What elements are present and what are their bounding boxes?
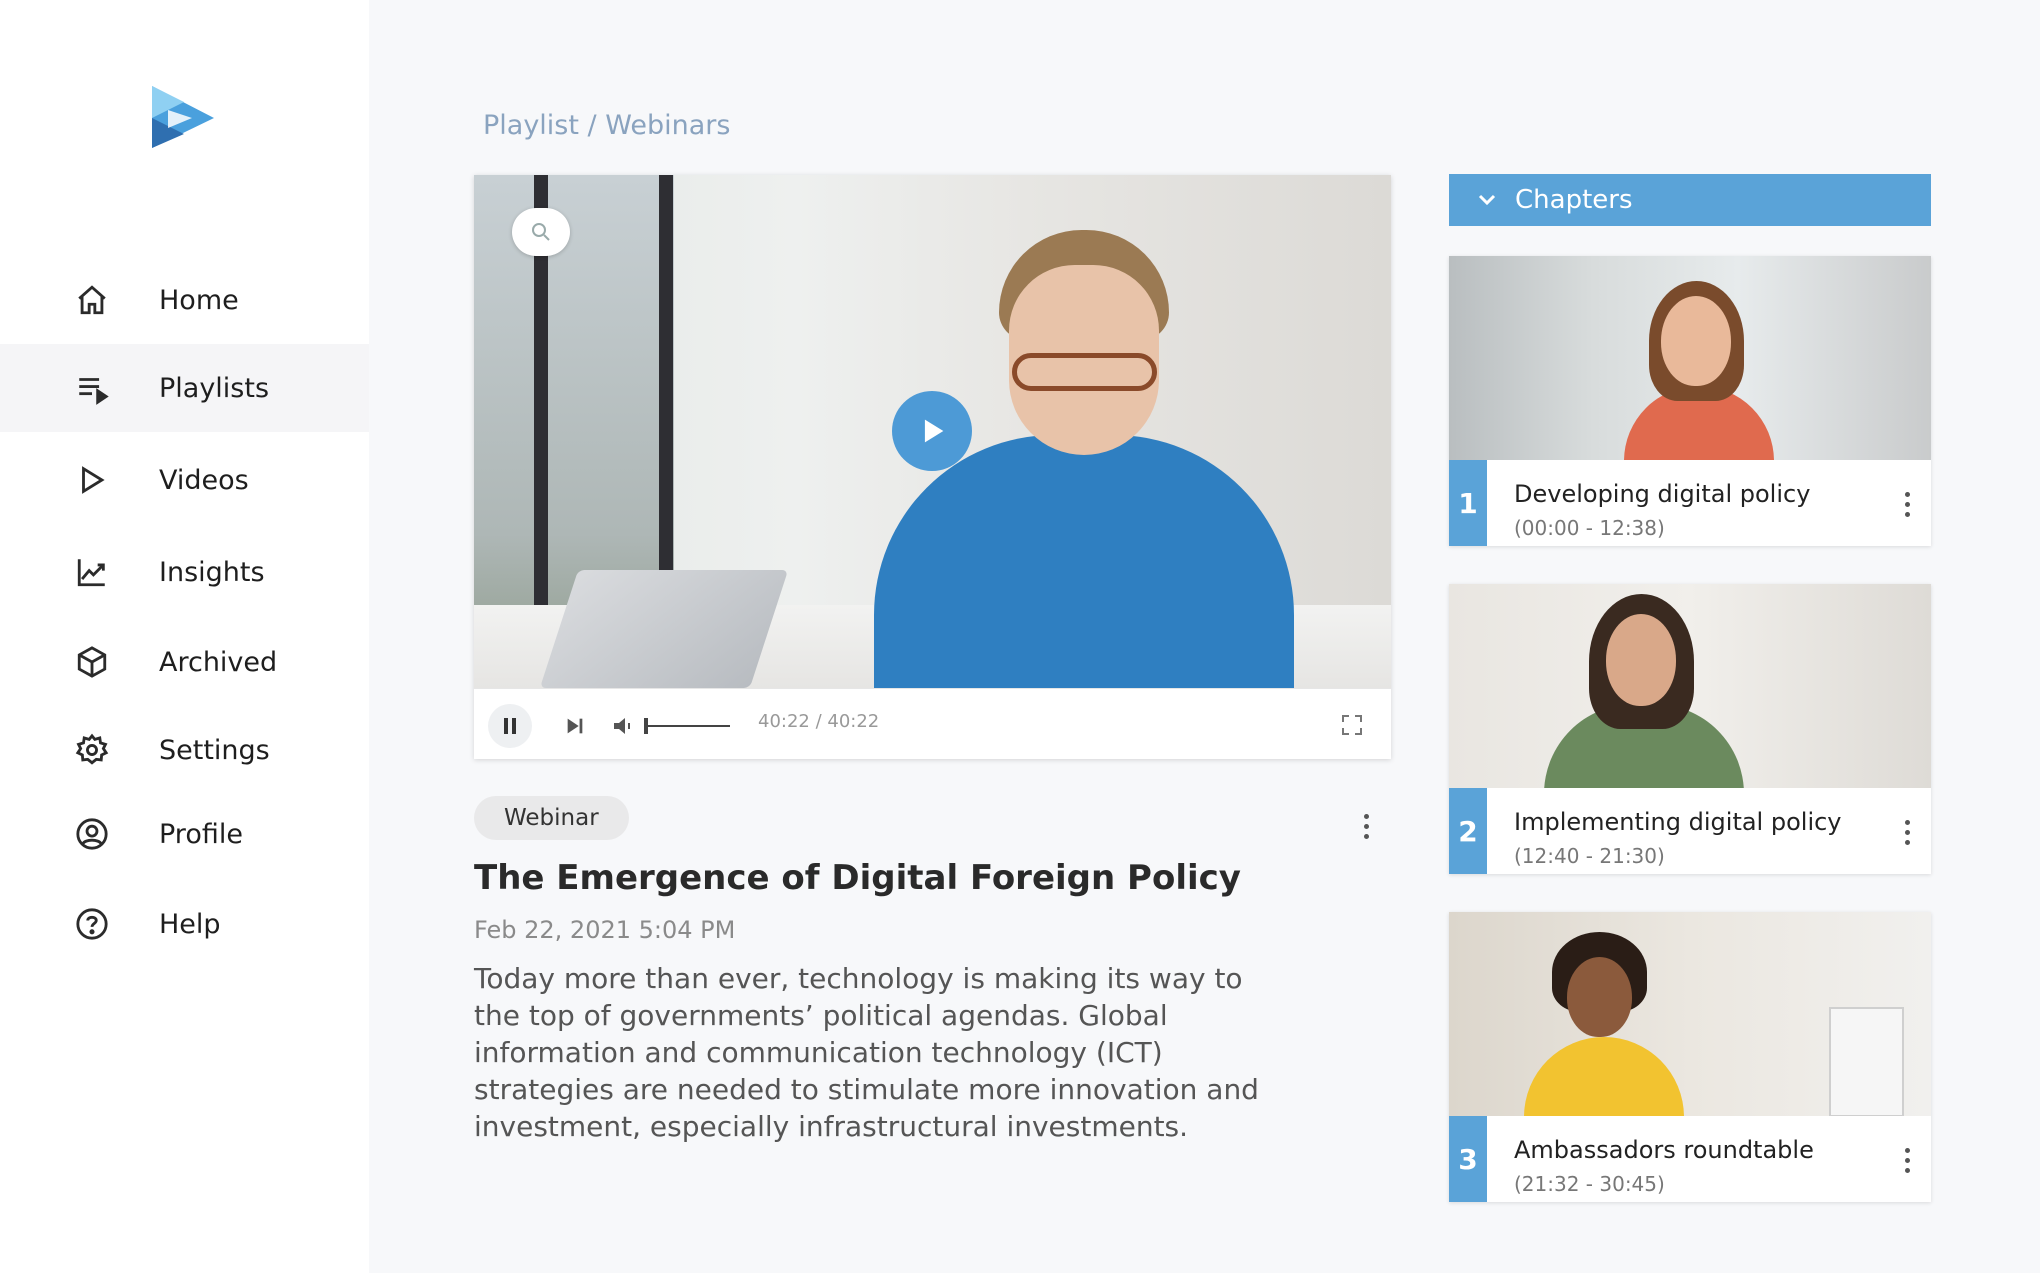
chapters-toggle[interactable]: Chapters xyxy=(1449,174,1931,226)
chapter-title: Developing digital policy xyxy=(1514,480,1811,508)
video-scene-person xyxy=(874,435,1294,688)
home-icon xyxy=(72,280,112,320)
more-vertical-icon xyxy=(1904,819,1910,825)
video-frame[interactable] xyxy=(474,175,1391,688)
video-player: 40:22 / 40:22 xyxy=(474,175,1391,759)
sidebar-item-settings[interactable]: Settings xyxy=(0,706,369,794)
user-circle-icon xyxy=(72,814,112,854)
play-overlay-button[interactable] xyxy=(892,391,972,471)
breadcrumb[interactable]: Playlist / Webinars xyxy=(483,110,730,141)
video-scene-laptop xyxy=(539,570,789,688)
sidebar-item-profile[interactable]: Profile xyxy=(0,790,369,878)
sidebar-item-home[interactable]: Home xyxy=(0,256,369,344)
chapter-number: 3 xyxy=(1449,1116,1487,1202)
fullscreen-icon xyxy=(1342,715,1362,735)
search-icon xyxy=(532,223,550,241)
sidebar-item-label: Insights xyxy=(159,556,265,588)
sidebar-item-label: Home xyxy=(159,284,239,316)
time-display: 40:22 / 40:22 xyxy=(758,711,880,732)
more-vertical-icon xyxy=(1904,1147,1910,1153)
sidebar-item-videos[interactable]: Videos xyxy=(0,436,369,524)
box-icon xyxy=(72,642,112,682)
chapter-thumbnail xyxy=(1449,584,1931,788)
chapter-number: 2 xyxy=(1449,788,1487,874)
chapter-card[interactable]: 2 Implementing digital policy (12:40 - 2… xyxy=(1449,584,1931,874)
video-title: The Emergence of Digital Foreign Policy xyxy=(474,858,1241,898)
gear-icon xyxy=(72,730,112,770)
more-vertical-icon xyxy=(1904,491,1910,497)
chapter-time-range: (12:40 - 21:30) xyxy=(1514,844,1665,868)
help-circle-icon xyxy=(72,904,112,944)
pause-icon xyxy=(504,718,516,734)
sidebar: Home Playlists Videos Insights Archived … xyxy=(0,0,369,1273)
sidebar-item-archived[interactable]: Archived xyxy=(0,618,369,706)
chevron-down-icon xyxy=(1478,194,1496,206)
chart-icon xyxy=(72,552,112,592)
chapters-label: Chapters xyxy=(1515,185,1633,215)
chapter-thumbnail xyxy=(1449,256,1931,460)
app-logo[interactable] xyxy=(148,84,218,150)
volume-button[interactable] xyxy=(608,711,638,741)
volume-slider-track[interactable] xyxy=(646,725,730,727)
sidebar-item-insights[interactable]: Insights xyxy=(0,528,369,616)
fullscreen-button[interactable] xyxy=(1336,709,1368,741)
sidebar-item-help[interactable]: Help xyxy=(0,880,369,968)
chapter-title: Ambassadors roundtable xyxy=(1514,1136,1814,1164)
chapter-number: 1 xyxy=(1449,460,1487,546)
video-scene-glasses xyxy=(1012,353,1157,391)
sidebar-item-label: Playlists xyxy=(159,372,270,404)
play-outline-icon xyxy=(72,460,112,500)
chapter-card[interactable]: 3 Ambassadors roundtable (21:32 - 30:45) xyxy=(1449,912,1931,1202)
chapter-time-range: (21:32 - 30:45) xyxy=(1514,1172,1665,1196)
sidebar-item-label: Videos xyxy=(159,464,249,496)
pause-button[interactable] xyxy=(488,704,532,748)
video-search-button[interactable] xyxy=(512,208,570,256)
sidebar-item-label: Help xyxy=(159,908,221,940)
playlist-icon xyxy=(72,368,112,408)
more-vertical-icon xyxy=(1363,813,1369,819)
sidebar-item-label: Profile xyxy=(159,818,243,850)
category-tag[interactable]: Webinar xyxy=(474,796,629,840)
sidebar-item-label: Archived xyxy=(159,646,278,678)
skip-next-icon xyxy=(567,718,583,734)
video-date: Feb 22, 2021 5:04 PM xyxy=(474,916,736,944)
chapter-card[interactable]: 1 Developing digital policy (00:00 - 12:… xyxy=(1449,256,1931,546)
chapter-more-button[interactable] xyxy=(1895,484,1919,524)
chapter-title: Implementing digital policy xyxy=(1514,808,1842,836)
chapter-more-button[interactable] xyxy=(1895,812,1919,852)
chapter-thumbnail xyxy=(1449,912,1931,1116)
sidebar-item-playlists[interactable]: Playlists xyxy=(0,344,369,432)
next-button[interactable] xyxy=(560,711,590,741)
volume-icon xyxy=(614,718,630,734)
video-more-button[interactable] xyxy=(1354,806,1378,846)
chapter-more-button[interactable] xyxy=(1895,1140,1919,1180)
player-controls: 40:22 / 40:22 xyxy=(474,688,1391,759)
video-description: Today more than ever, technology is maki… xyxy=(474,962,1259,1143)
volume-slider-handle[interactable] xyxy=(644,718,648,734)
chapter-time-range: (00:00 - 12:38) xyxy=(1514,516,1665,540)
play-icon xyxy=(924,419,944,443)
sidebar-item-label: Settings xyxy=(159,734,270,766)
